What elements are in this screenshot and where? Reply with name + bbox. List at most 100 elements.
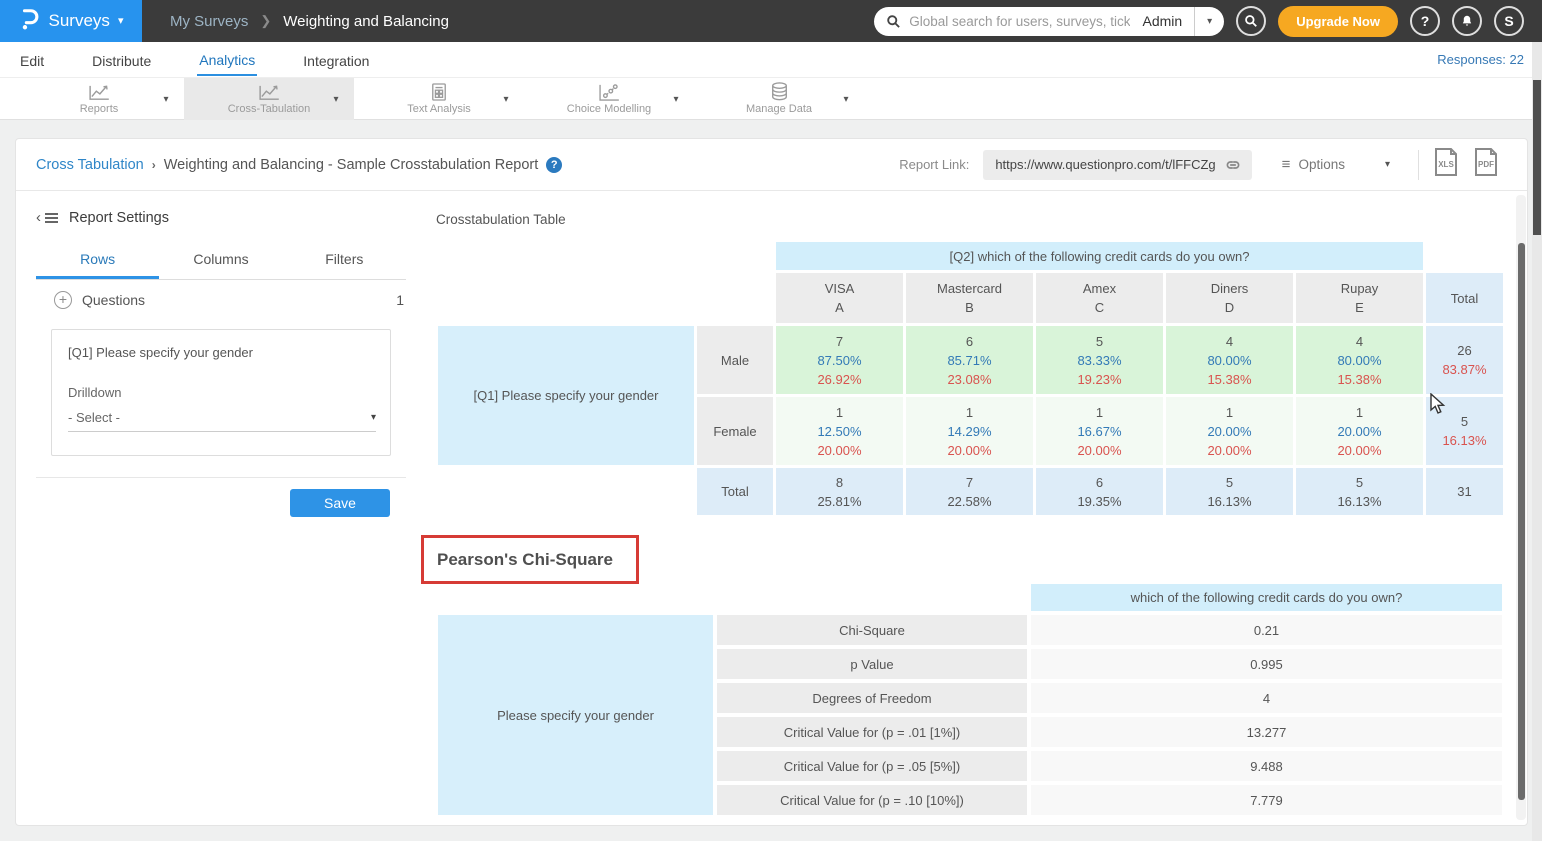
export-xls-button[interactable]: XLS xyxy=(1433,147,1459,182)
question-text: [Q1] Please specify your gender xyxy=(68,345,374,360)
toolbar-tab-caret-icon[interactable]: ▾ xyxy=(496,78,516,120)
collapse-panel-icon[interactable]: ‹ xyxy=(36,209,59,226)
nav-tab-analytics[interactable]: Analytics xyxy=(197,44,257,76)
crosstab-row-label: Female xyxy=(697,397,773,465)
crosstab-col-header: DinersD xyxy=(1166,273,1293,323)
document-icon xyxy=(431,83,447,101)
brand-label: Surveys xyxy=(49,11,110,31)
breadcrumb-my-surveys[interactable]: My Surveys xyxy=(170,13,248,30)
help-button[interactable]: ? xyxy=(1410,6,1440,36)
search-scope-label: Admin xyxy=(1130,13,1194,29)
drilldown-select[interactable]: - Select - ▾ xyxy=(68,410,376,432)
search-button[interactable] xyxy=(1236,6,1266,36)
settings-tab-rows[interactable]: Rows xyxy=(36,243,159,279)
crosstab-grand-total-cell: 31 xyxy=(1426,468,1503,515)
drilldown-label: Drilldown xyxy=(68,385,374,400)
chi-row-header: Please specify your gender xyxy=(438,615,713,815)
chi-stat-value: 4 xyxy=(1031,683,1502,713)
crosstab-column-group-header: [Q2] which of the following credit cards… xyxy=(776,242,1423,270)
report-url[interactable]: https://www.questionpro.com/t/lFFCZg xyxy=(995,157,1215,172)
link-icon[interactable] xyxy=(1224,156,1242,174)
crosstab-totals-cell: 516.13% xyxy=(1296,468,1423,515)
toolbar-tab-caret-icon[interactable]: ▾ xyxy=(836,78,856,120)
toolbar-tab-label: Choice Modelling xyxy=(567,103,651,115)
chi-stat-label: Critical Value for (p = .05 [5%]) xyxy=(717,751,1027,781)
nav-tab-distribute[interactable]: Distribute xyxy=(90,45,153,75)
crosstab-totals-cell: 722.58% xyxy=(906,468,1033,515)
crosstab-col-header: MastercardB xyxy=(906,273,1033,323)
crosstab-col-header: AmexC xyxy=(1036,273,1163,323)
toolbar-tab-caret-icon[interactable]: ▾ xyxy=(326,78,346,120)
toolbar-tab-caret-icon[interactable]: ▾ xyxy=(156,78,176,120)
crosstab-data-cell: 787.50%26.92% xyxy=(776,326,903,394)
analytics-toolbar: Reports▾Cross-Tabulation▾Text Analysis▾C… xyxy=(0,78,1542,120)
avatar-initial: S xyxy=(1504,13,1513,29)
page-scrollbar-thumb[interactable] xyxy=(1533,80,1541,235)
crosstab-totals-cell: 619.35% xyxy=(1036,468,1163,515)
report-title: Weighting and Balancing - Sample Crossta… xyxy=(164,157,539,173)
questionpro-logo-icon xyxy=(19,7,41,36)
settings-tabs: RowsColumnsFilters xyxy=(36,243,406,280)
line-chart-icon xyxy=(88,83,110,101)
save-button[interactable]: Save xyxy=(290,489,390,517)
settings-tab-filters[interactable]: Filters xyxy=(283,243,406,279)
question-card: [Q1] Please specify your gender Drilldow… xyxy=(51,329,391,456)
report-settings-title: Report Settings xyxy=(69,210,169,226)
crosstab-data-cell: 112.50%20.00% xyxy=(776,397,903,465)
top-bar-actions: Admin ▾ Upgrade Now ? S xyxy=(874,6,1542,37)
report-header-row: Cross Tabulation › Weighting and Balanci… xyxy=(16,139,1527,191)
crosstab-row-question: [Q1] Please specify your gender xyxy=(438,326,694,465)
responses-count: Responses: 22 xyxy=(1437,52,1524,67)
chi-column-header: which of the following credit cards do y… xyxy=(1031,584,1502,611)
inner-scrollbar-thumb[interactable] xyxy=(1518,243,1525,800)
crosstab-total-col-header: Total xyxy=(1426,273,1503,323)
report-link-label: Report Link: xyxy=(899,157,969,172)
global-search: Admin ▾ xyxy=(874,7,1224,36)
options-caret-icon[interactable]: ▾ xyxy=(1385,159,1390,170)
chi-square-highlight-box: Pearson's Chi-Square xyxy=(421,535,639,584)
list-icon: ≡ xyxy=(1282,156,1291,173)
user-avatar[interactable]: S xyxy=(1494,6,1524,36)
questions-label: Questions xyxy=(82,292,145,308)
chi-square-table: which of the following credit cards do y… xyxy=(438,584,1502,815)
report-url-box: https://www.questionpro.com/t/lFFCZg xyxy=(983,150,1251,180)
crosstab-row-label: Male xyxy=(697,326,773,394)
search-scope-dropdown[interactable]: ▾ xyxy=(1194,7,1224,36)
question-mark-icon: ? xyxy=(1421,13,1430,29)
search-icon xyxy=(886,14,901,29)
divider xyxy=(36,477,406,478)
nav-tab-edit[interactable]: Edit xyxy=(18,45,46,75)
crosstab-col-header: RupayE xyxy=(1296,273,1423,323)
questions-count: 1 xyxy=(396,292,404,308)
crosstab-table: [Q2] which of the following credit cards… xyxy=(438,242,1503,515)
search-input[interactable] xyxy=(909,14,1130,29)
crosstab-totals-row-label: Total xyxy=(697,468,773,515)
drilldown-value: - Select - xyxy=(68,410,120,425)
report-help-icon[interactable]: ? xyxy=(546,157,562,173)
crosstab-totals-cell: 825.81% xyxy=(776,468,903,515)
crosstab-data-cell: 480.00%15.38% xyxy=(1166,326,1293,394)
crosstab-data-cell: 114.29%20.00% xyxy=(906,397,1033,465)
top-bar: Surveys ▾ My Surveys ❯ Weighting and Bal… xyxy=(0,0,1542,42)
settings-tab-columns[interactable]: Columns xyxy=(159,243,282,279)
notifications-button[interactable] xyxy=(1452,6,1482,36)
export-pdf-button[interactable]: PDF xyxy=(1473,147,1499,182)
breadcrumb-survey-name: Weighting and Balancing xyxy=(283,13,449,30)
report-card: Cross Tabulation › Weighting and Balanci… xyxy=(15,138,1528,826)
chi-stat-value: 13.277 xyxy=(1031,717,1502,747)
add-question-icon[interactable]: + xyxy=(54,291,72,309)
brand-menu[interactable]: Surveys ▾ xyxy=(0,0,142,42)
cross-tabulation-link[interactable]: Cross Tabulation xyxy=(36,157,144,173)
svg-text:XLS: XLS xyxy=(1438,160,1454,169)
chi-stat-label: Critical Value for (p = .10 [10%]) xyxy=(717,785,1027,815)
nav-tab-integration[interactable]: Integration xyxy=(301,45,371,75)
toolbar-tab-caret-icon[interactable]: ▾ xyxy=(666,78,686,120)
chevron-right-icon: › xyxy=(152,158,156,172)
upgrade-now-button[interactable]: Upgrade Now xyxy=(1278,6,1398,37)
questions-row: + Questions 1 xyxy=(54,291,404,309)
options-dropdown[interactable]: ≡ Options xyxy=(1266,156,1345,173)
chi-stat-label: p Value xyxy=(717,649,1027,679)
crosstab-data-cell: 120.00%20.00% xyxy=(1166,397,1293,465)
chi-stat-value: 9.488 xyxy=(1031,751,1502,781)
chi-stat-label: Chi-Square xyxy=(717,615,1027,645)
